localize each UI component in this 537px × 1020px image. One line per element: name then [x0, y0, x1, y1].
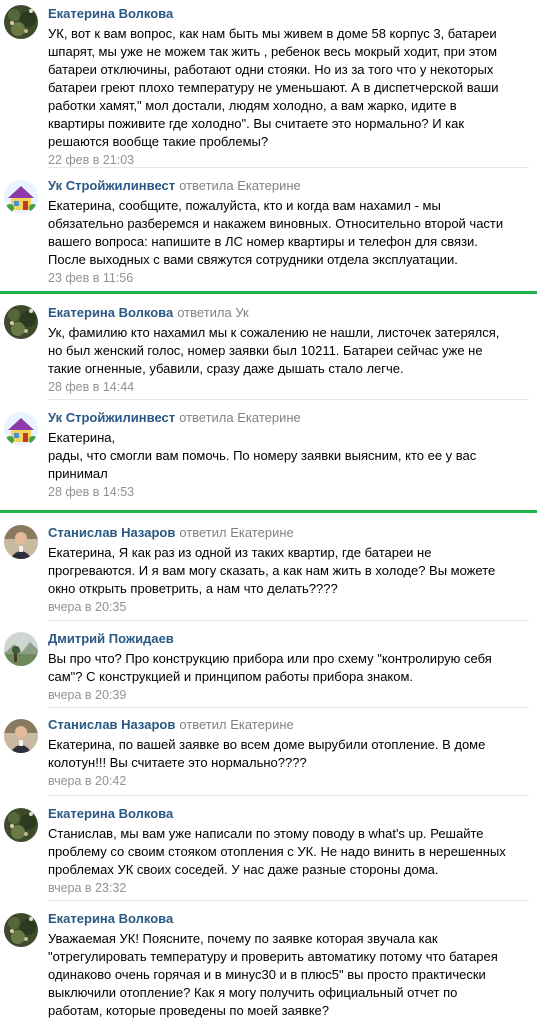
avatar[interactable] [4, 808, 38, 842]
man-photo-icon [4, 525, 38, 559]
comment-text: Ук, фамилию кто нахамил мы к сожалению н… [48, 325, 500, 376]
reply-label: ответил [179, 717, 227, 732]
tree-photo-icon [4, 305, 38, 339]
comment-text: Екатерина, по вашей заявке во всем доме … [48, 737, 486, 770]
comment-author[interactable]: Ук Стройжилинвест [48, 410, 175, 425]
comment-text: Уважаемая УК! Поясните, почему по заявке… [48, 931, 498, 1018]
comment-author[interactable]: Дмитрий Пожидаев [48, 631, 174, 646]
reply-label: ответил [179, 525, 227, 540]
reply-target[interactable]: Екатерине [237, 410, 301, 425]
comment-text: УК, вот к вам вопрос, как нам быть мы жи… [48, 26, 499, 149]
tree-photo-icon [4, 5, 38, 39]
comment-date[interactable]: 22 фев в 21:03 [48, 152, 529, 168]
tree-photo-icon [4, 913, 38, 947]
comment-author[interactable]: Екатерина Волкова [48, 806, 173, 821]
avatar[interactable] [4, 525, 38, 559]
highlight-line [0, 510, 537, 513]
comment-author[interactable]: Ук Стройжилинвест [48, 178, 175, 193]
comment-date[interactable]: 28 фев в 14:53 [48, 484, 529, 500]
comment-text: Екатерина, рады, что смогли вам помочь. … [48, 430, 477, 481]
comment-author[interactable]: Станислав Назаров [48, 525, 175, 540]
avatar[interactable] [4, 412, 38, 446]
comment-text: Екатерина, Я как раз из одной из таких к… [48, 545, 496, 596]
divider [48, 620, 529, 621]
divider [48, 795, 529, 796]
reply-target[interactable]: Ук [235, 305, 248, 320]
comment-text: Станислав, мы вам уже написали по этому … [48, 826, 506, 877]
reply-target[interactable]: Екатерине [230, 525, 294, 540]
divider [48, 167, 529, 168]
comment-author[interactable]: Екатерина Волкова [48, 911, 173, 926]
avatar[interactable] [4, 305, 38, 339]
cartoon-house-icon [4, 412, 38, 446]
avatar[interactable] [4, 632, 38, 666]
comment-text: Екатерина, сообщите, пожалуйста, кто и к… [48, 198, 504, 267]
comment-date[interactable]: 23 фев в 11:56 [48, 270, 529, 286]
divider [48, 707, 529, 708]
avatar[interactable] [4, 719, 38, 753]
cartoon-house-icon [4, 180, 38, 214]
tree-photo-icon [4, 808, 38, 842]
avatar[interactable] [4, 180, 38, 214]
reply-label: ответила [179, 178, 234, 193]
reply-target[interactable]: Екатерине [237, 178, 301, 193]
comment-date[interactable]: вчера в 20:35 [48, 599, 529, 615]
comment-author[interactable]: Екатерина Волкова [48, 6, 173, 21]
reply-target[interactable]: Екатерине [230, 717, 294, 732]
avatar[interactable] [4, 5, 38, 39]
comment-date[interactable]: вчера в 20:42 [48, 773, 529, 789]
landscape-photo-icon [4, 632, 38, 666]
comment-text: Вы про что? Про конструкцию прибора или … [48, 651, 492, 684]
divider [48, 900, 529, 901]
comment-date[interactable]: вчера в 23:32 [48, 880, 529, 896]
comment-date[interactable]: вчера в 20:39 [48, 687, 529, 703]
reply-label: ответила [179, 410, 234, 425]
comment-date[interactable]: 28 фев в 14:44 [48, 379, 529, 395]
divider [48, 399, 529, 400]
avatar[interactable] [4, 913, 38, 947]
man-photo-icon [4, 719, 38, 753]
reply-label: ответила [177, 305, 232, 320]
comment-author[interactable]: Екатерина Волкова [48, 305, 173, 320]
highlight-line [0, 291, 537, 294]
comment-author[interactable]: Станислав Назаров [48, 717, 175, 732]
